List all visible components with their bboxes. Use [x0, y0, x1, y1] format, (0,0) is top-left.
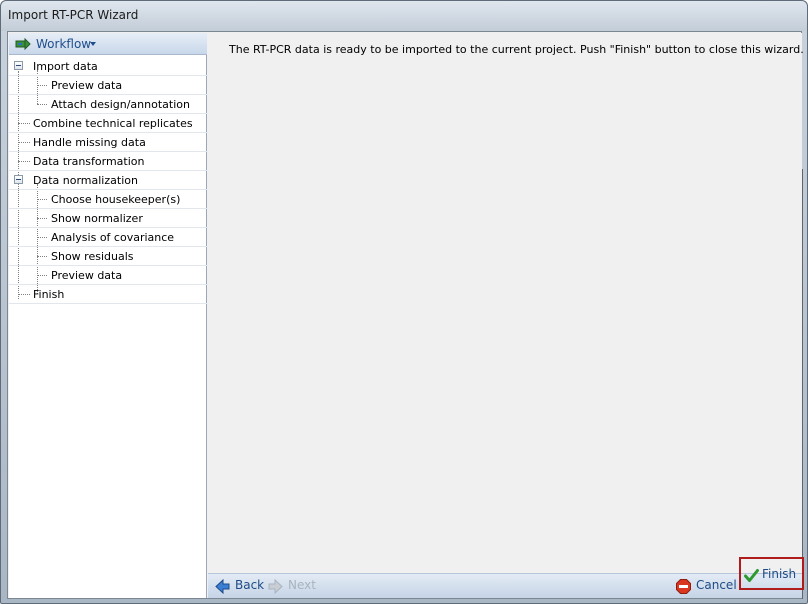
tree-item-label: Choose housekeeper(s) — [51, 193, 181, 206]
tree-item-label: Show normalizer — [51, 212, 143, 225]
tree-item-label: Data transformation — [33, 155, 145, 168]
title-bar[interactable]: Import RT-PCR Wizard — [1, 1, 807, 31]
tree-item-show-normalizer[interactable]: Show normalizer — [9, 209, 207, 228]
workflow-panel: Workflow Import data Preview data Attach… — [9, 33, 207, 598]
cancel-label: Cancel — [696, 578, 737, 592]
wizard-button-bar: Back Next Cancel Finish — [208, 557, 804, 598]
stop-icon — [676, 579, 691, 594]
next-label: Next — [288, 578, 316, 592]
tree-item-label: Preview data — [51, 269, 123, 282]
tree-item-choose-housekeeper[interactable]: Choose housekeeper(s) — [9, 190, 207, 209]
window-title: Import RT-PCR Wizard — [8, 8, 139, 22]
tree-item-missing-data[interactable]: Handle missing data — [9, 133, 207, 152]
tree-item-label: Import data — [33, 60, 98, 73]
tree-item-combine-replicates[interactable]: Combine technical replicates — [9, 114, 207, 133]
tree-item-analysis-covariance[interactable]: Analysis of covariance — [9, 228, 207, 247]
wizard-frame: Workflow Import data Preview data Attach… — [7, 31, 804, 599]
next-button[interactable]: Next — [268, 578, 318, 595]
cancel-button[interactable]: Cancel — [676, 578, 746, 595]
arrow-right-icon — [268, 579, 283, 594]
tree-item-label: Handle missing data — [33, 136, 146, 149]
tree-item-data-normalization[interactable]: Data normalization — [9, 171, 207, 190]
back-label: Back — [235, 578, 265, 592]
tree-item-show-residuals[interactable]: Show residuals — [9, 247, 207, 266]
content-area: The RT-PCR data is ready to be imported … — [208, 33, 804, 573]
tree-item-finish[interactable]: Finish — [9, 285, 207, 304]
workflow-arrow-icon — [15, 38, 31, 50]
tree-item-label: Data normalization — [33, 174, 138, 187]
checkmark-icon — [744, 569, 759, 582]
tree-item-preview-data-2[interactable]: Preview data — [9, 266, 207, 285]
tree-item-import-data[interactable]: Import data — [9, 57, 207, 76]
status-message: The RT-PCR data is ready to be imported … — [229, 43, 804, 56]
collapse-icon[interactable] — [14, 175, 23, 184]
tree-item-label: Combine technical replicates — [33, 117, 193, 130]
tree-item-preview-data[interactable]: Preview data — [9, 76, 207, 95]
chevron-down-icon — [90, 42, 96, 46]
workflow-label: Workflow — [36, 37, 92, 51]
arrow-left-icon — [215, 579, 230, 594]
back-button[interactable]: Back — [215, 578, 275, 595]
finish-label: Finish — [762, 567, 797, 581]
tree-item-label: Preview data — [51, 79, 123, 92]
wizard-window: Import RT-PCR Wizard Workflow Import dat… — [0, 0, 808, 604]
collapse-icon[interactable] — [14, 61, 23, 70]
tree-item-label: Analysis of covariance — [51, 231, 175, 244]
tree-item-label: Show residuals — [51, 250, 134, 263]
tree-item-label: Finish — [33, 288, 65, 301]
tree-item-data-transformation[interactable]: Data transformation — [9, 152, 207, 171]
tree-item-label: Attach design/annotation — [51, 98, 190, 111]
workflow-menu-button[interactable]: Workflow — [9, 33, 207, 55]
tree-item-attach-design[interactable]: Attach design/annotation — [9, 95, 207, 114]
finish-button[interactable]: Finish — [739, 557, 804, 590]
